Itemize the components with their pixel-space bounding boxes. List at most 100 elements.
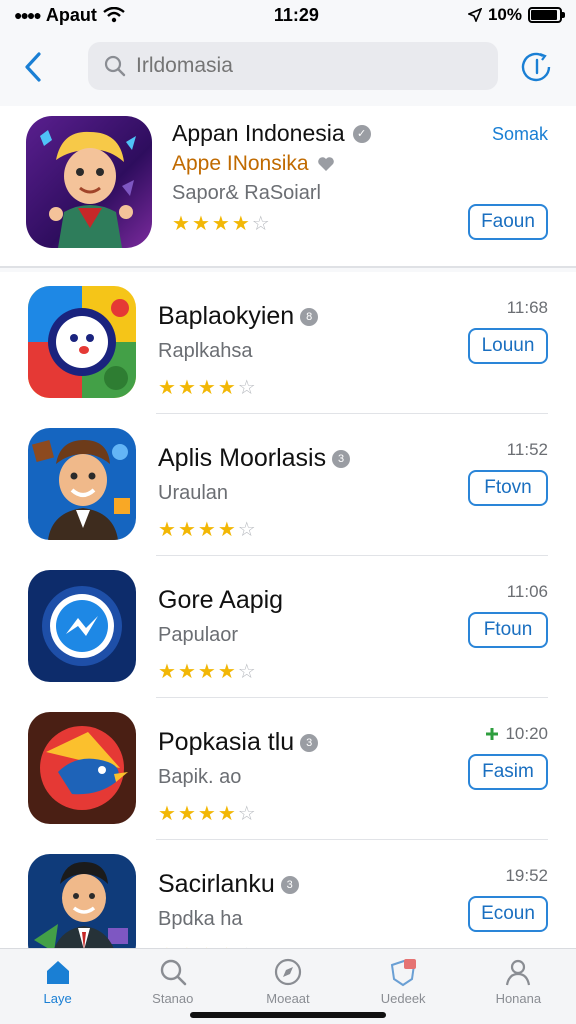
navigation-bar: [0, 36, 576, 98]
tab-label: Uedeek: [380, 991, 426, 1006]
star-empty-icon: ☆: [251, 213, 270, 235]
star-empty-icon: ☆: [237, 377, 256, 399]
signal-dots-icon: ●●●●: [14, 7, 42, 23]
star-filled-icon: ★: [177, 377, 196, 399]
featured-get-button[interactable]: Faoun: [468, 204, 548, 240]
star-filled-icon: ★: [217, 377, 236, 399]
featured-title-text: Appan Indonesia: [172, 120, 345, 146]
wifi-icon: [103, 7, 125, 23]
businessman-app-icon: [28, 854, 136, 948]
app-time-text: 10:20: [505, 724, 548, 743]
featured-app-title: Appan Indonesia ✓: [172, 120, 371, 147]
list-item[interactable]: Popkasia tlu 3 Bapik. ao ★ ★ ★ ★ ☆ 10:20 Fas…: [0, 698, 576, 840]
app-category: Papulaor: [158, 624, 239, 646]
star-filled-icon: ★: [211, 213, 230, 235]
refresh-button[interactable]: [520, 50, 554, 84]
get-button[interactable]: Ftovn: [468, 470, 548, 506]
app-rating-stars: ★★★★☆: [158, 804, 256, 824]
featured-app-category: Sapor& RaSoiarl: [172, 182, 321, 204]
app-category: Bpdka ha: [158, 908, 243, 930]
app-name: Aplis Moorlasis 3: [158, 444, 351, 473]
user-icon: [506, 959, 531, 986]
star-filled-icon: ★: [177, 661, 196, 683]
app-name-text: Sacirlanku: [158, 870, 275, 898]
list-item[interactable]: Sacirlanku 3 Bpdka ha ★★★★☆ 19:52 Ecoun: [0, 840, 576, 948]
star-filled-icon: ★: [177, 519, 196, 541]
app-time-text: 11:68: [506, 298, 548, 317]
app-time-text: 11:06: [506, 582, 548, 601]
app-name: Sacirlanku 3: [158, 870, 299, 899]
tab-account[interactable]: Honana: [468, 957, 568, 1024]
verified-badge-icon: 3: [332, 449, 351, 468]
status-bar: ●●●● Apaut 11:29 10%: [0, 0, 576, 30]
app-category: Uraulan: [158, 482, 229, 504]
featured-see-more-link[interactable]: Somak: [492, 124, 548, 145]
app-name-text: Gore Aapig: [158, 586, 284, 614]
get-button[interactable]: Louun: [468, 328, 548, 364]
app-name: Baplaokyien 8: [158, 302, 319, 331]
list-item[interactable]: Aplis Moorlasis 3 Uraulan ★ ★ ★ ★ ☆ 11:52 Ft…: [0, 414, 576, 556]
app-timestamp: 11:06: [507, 582, 548, 602]
get-button[interactable]: Fasim: [468, 754, 548, 790]
tab-label: Moeaat: [266, 991, 310, 1006]
star-filled-icon: ★: [197, 377, 216, 399]
star-filled-icon: ★: [172, 213, 190, 235]
app-name: Gore Aapig: [158, 586, 283, 615]
tab-label: Stanao: [152, 991, 194, 1006]
app-timestamp: 11:68: [507, 298, 548, 318]
compass-icon: [274, 958, 302, 986]
list-item[interactable]: Gore Aapig Papulaor ★ ★ ★ ★ ☆ 11:06 Ftoun: [0, 556, 576, 698]
app-time-text: 11:52: [506, 440, 548, 459]
status-left: ●●●● Apaut: [14, 5, 125, 26]
app-icon[interactable]: [28, 854, 136, 948]
app-timestamp: 10:20: [485, 724, 548, 744]
list-item[interactable]: Baplaokyien 8 Raplkahsa ★ ★ ★ ★ ☆ 11:68 Louu…: [0, 272, 576, 414]
star-filled-icon: ★: [158, 377, 176, 399]
app-name-text: Aplis Moorlasis: [158, 444, 327, 472]
chevron-left-icon: [25, 52, 41, 82]
featured-app-icon[interactable]: [26, 116, 152, 248]
verified-badge-icon: 3: [300, 733, 319, 752]
app-category: Raplkahsa: [158, 340, 253, 362]
home-indicator[interactable]: [190, 1012, 386, 1018]
star-filled-icon: ★: [158, 661, 176, 683]
app-rating-stars: ★★★★☆: [158, 378, 256, 398]
status-time: 11:29: [273, 4, 319, 25]
game-character-icon: [40, 130, 136, 248]
star-filled-icon: ★: [158, 803, 176, 825]
star-filled-icon: ★: [231, 213, 250, 235]
app-name: Popkasia tlu 3: [158, 728, 319, 757]
app-category: Bapik. ao: [158, 766, 242, 788]
featured-rating-stars: ★ ★ ★ ★ ☆: [172, 214, 270, 234]
app-rating-stars: ★★★★☆: [158, 520, 256, 540]
app-icon[interactable]: [28, 286, 136, 398]
search-bar[interactable]: [88, 42, 498, 90]
star-filled-icon: ★: [217, 803, 236, 825]
app-icon[interactable]: [28, 428, 136, 540]
star-filled-icon: ★: [197, 519, 216, 541]
shield-icon: [391, 959, 417, 987]
messenger-app-icon: [28, 570, 136, 682]
featured-app-card[interactable]: Appan Indonesia ✓ Appe INonsika Sapor& R…: [0, 106, 576, 268]
app-list: Baplaokyien 8 Raplkahsa ★ ★ ★ ★ ☆ 11:68 Louu…: [0, 272, 576, 948]
verified-badge-icon: ✓: [352, 124, 371, 143]
verified-badge-icon: 8: [300, 307, 319, 326]
get-button[interactable]: Ftoun: [468, 612, 548, 648]
app-icon[interactable]: [28, 570, 136, 682]
app-icon[interactable]: [28, 712, 136, 824]
home-icon: [46, 961, 69, 984]
tab-label: Honana: [495, 991, 542, 1006]
verified-badge-icon: 3: [280, 875, 299, 894]
status-right: 10%: [467, 5, 565, 25]
star-filled-icon: ★: [197, 661, 216, 683]
star-empty-icon: ☆: [237, 661, 256, 683]
bird-app-icon: [28, 712, 136, 824]
back-button[interactable]: [18, 50, 48, 84]
search-input[interactable]: [136, 54, 476, 78]
get-button[interactable]: Ecoun: [468, 896, 548, 932]
carrier-label: Apaut: [45, 4, 97, 25]
featured-app-subtitle: Appe INonsika: [172, 152, 335, 176]
search-icon: [104, 55, 126, 77]
battery-percent: 10%: [487, 5, 522, 24]
tab-today[interactable]: Laye: [8, 957, 108, 1024]
